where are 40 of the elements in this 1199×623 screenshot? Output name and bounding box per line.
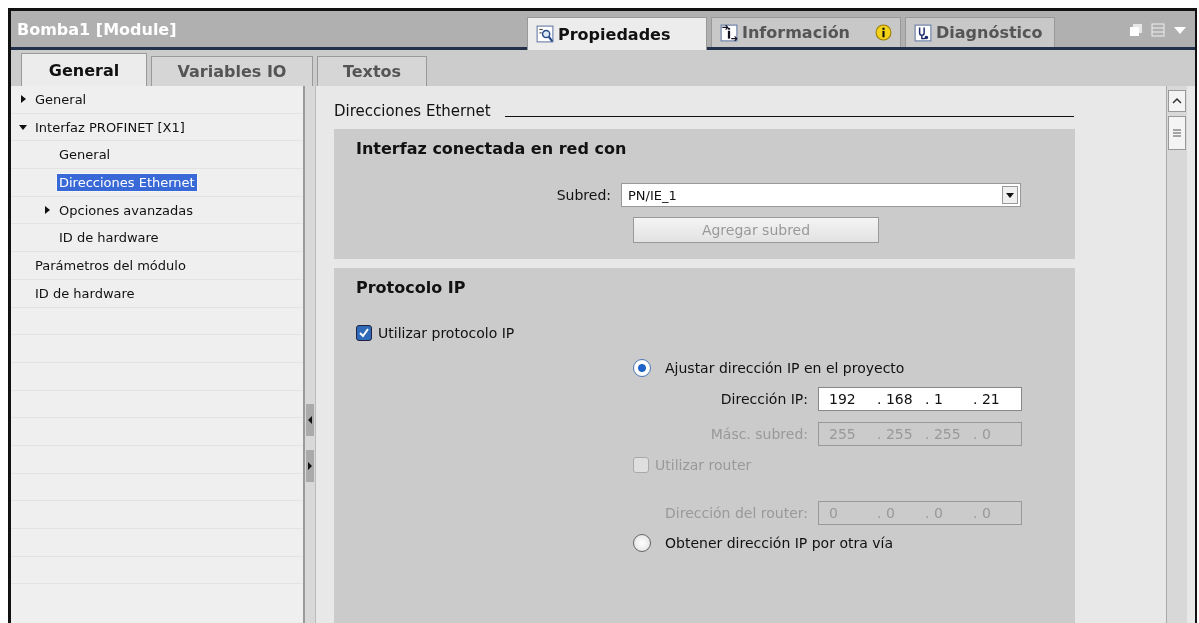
info-badge-icon: [875, 24, 892, 41]
scroll-up-icon[interactable]: [1168, 90, 1186, 112]
collapsed-arrow-icon[interactable]: [43, 206, 51, 215]
inspector-tab[interactable]: Información: [711, 17, 901, 47]
scrollbar[interactable]: [1166, 86, 1187, 623]
tree-item[interactable]: ID de hardware: [33, 284, 137, 302]
window-title: Bomba1 [Module]: [16, 20, 178, 41]
expand-right-icon[interactable]: [306, 450, 314, 482]
tab[interactable]: Variables IO: [151, 56, 313, 86]
info-arrows-icon: [720, 23, 738, 42]
inspector-tab[interactable]: Propiedades: [527, 17, 707, 50]
tab[interactable]: General: [21, 53, 147, 86]
tree-item[interactable]: Parámetros del módulo: [33, 256, 188, 274]
subnet-dropdown[interactable]: PN/IE_1: [621, 183, 1021, 207]
ip-address-field[interactable]: 192 . 168 . 1 . 21: [818, 386, 1022, 411]
tree-item[interactable]: ID de hardware: [57, 229, 161, 247]
tree-item[interactable]: General: [33, 90, 89, 108]
inspector-tab[interactable]: Diagnóstico: [905, 17, 1055, 47]
field-label: Dirección IP:: [719, 390, 808, 407]
collapse-left-icon[interactable]: [306, 404, 314, 436]
stethoscope-icon: [914, 23, 932, 42]
tree-item[interactable]: Direcciones Ethernet: [57, 173, 197, 191]
tree-item[interactable]: Interfaz PROFINET [X1]: [33, 118, 187, 136]
radio-button[interactable]: [633, 534, 651, 552]
tree-item[interactable]: Opciones avanzadas: [57, 201, 195, 219]
group-title: Protocolo IP: [356, 278, 467, 297]
scroll-thumb[interactable]: [1168, 116, 1186, 150]
field-label: Subred:: [555, 187, 611, 203]
section-title: Direcciones Ethernet: [334, 102, 491, 120]
expanded-arrow-icon[interactable]: [19, 123, 27, 132]
tab[interactable]: Textos: [317, 56, 427, 86]
checkbox[interactable]: [356, 325, 372, 341]
tree-item[interactable]: General: [57, 146, 113, 164]
group-title: Interfaz conectada en red con: [356, 139, 628, 158]
collapsed-arrow-icon[interactable]: [19, 95, 27, 104]
checkbox-label: Utilizar protocolo IP: [378, 325, 515, 341]
radio-button[interactable]: [633, 359, 651, 377]
radio-label: Ajustar dirección IP en el proyecto: [665, 360, 905, 376]
magnifier-icon: [536, 25, 554, 43]
radio-label: Obtener dirección IP por otra vía: [665, 535, 893, 551]
